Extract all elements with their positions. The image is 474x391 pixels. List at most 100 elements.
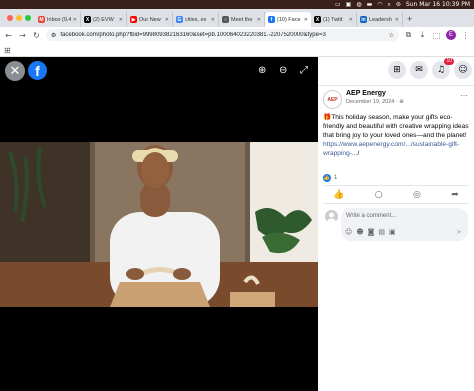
- tab-close-icon[interactable]: ✕: [304, 17, 308, 23]
- tab-title: Our New: [139, 16, 161, 23]
- bookmarks-bar: ⊞: [0, 43, 474, 57]
- post-link[interactable]: https://www.aepenergy.com/.../sustainabl…: [323, 141, 459, 157]
- downloads-icon[interactable]: ⤓: [418, 30, 427, 40]
- wifi-icon[interactable]: ◠: [377, 0, 382, 9]
- browser-tab[interactable]: X (1) Twitt ✕: [311, 12, 357, 27]
- sticker-icon[interactable]: ▣: [389, 228, 396, 236]
- camera-icon[interactable]: ◙: [368, 228, 375, 236]
- facebook-logo-glyph: f: [35, 63, 40, 79]
- tab-close-icon[interactable]: ✕: [395, 17, 399, 23]
- system-clock[interactable]: Sun Mar 16 10:39 PM: [406, 0, 470, 9]
- tab-search-icon[interactable]: ⬚: [432, 31, 441, 40]
- url-text: facebook.com/photo.php?fbid=999809382163…: [60, 32, 326, 38]
- close-photo-button[interactable]: ✕: [5, 61, 25, 81]
- profile-avatar[interactable]: E: [446, 30, 456, 40]
- whatsapp-share-icon[interactable]: ◎: [413, 190, 421, 200]
- tab-close-icon[interactable]: ✕: [119, 17, 123, 23]
- send-comment-icon[interactable]: ➤: [456, 228, 462, 236]
- browser-menu-icon[interactable]: ⋮: [461, 31, 470, 40]
- screen: ▭ ▣ ◍ ▬ ◠ ⌕ ⊜ Sun Mar 16 10:39 PM M Inbox…: [0, 0, 474, 391]
- extensions-icon[interactable]: ⧉: [404, 30, 413, 40]
- woman-wrapping-gift-illustration: [0, 142, 318, 307]
- back-icon[interactable]: ←: [4, 31, 13, 40]
- like-button-icon[interactable]: 👍: [333, 190, 344, 200]
- tab-favicon-icon: G: [176, 16, 183, 23]
- header-divider: [318, 85, 474, 86]
- post-date[interactable]: December 19, 2024 · ⊕: [346, 99, 404, 105]
- tab-title: Inbox (9,4: [47, 16, 71, 23]
- browser-tab[interactable]: ○ Meet the ✕: [219, 12, 265, 27]
- browser-tab[interactable]: in Leadersh ✕: [357, 12, 403, 27]
- tab-title: (1) Twitt: [323, 16, 343, 23]
- zoom-window-button[interactable]: [25, 15, 31, 21]
- tab-close-icon[interactable]: ✕: [349, 17, 353, 23]
- site-info-icon[interactable]: ⚙: [51, 32, 56, 39]
- screen-mirror-icon[interactable]: ▭: [335, 0, 341, 9]
- tab-close-icon[interactable]: ✕: [73, 17, 77, 23]
- page-avatar-logo: AEP: [327, 96, 338, 103]
- control-center-icon[interactable]: ⊜: [396, 0, 401, 9]
- post-photo: [0, 142, 318, 307]
- account-avatar[interactable]: ☺: [454, 61, 472, 79]
- browser-tab[interactable]: f (10) Face ✕: [265, 12, 311, 27]
- browser-tab[interactable]: ▶ Our New ✕: [127, 12, 173, 27]
- address-bar[interactable]: ⚙ facebook.com/photo.php?fbid=9998093821…: [46, 29, 399, 41]
- tab-title: (10) Face: [277, 16, 301, 23]
- comment-input[interactable]: Write a comment... ☺ ☻ ◙ ▤ ▣ ➤: [341, 208, 468, 241]
- page-name[interactable]: AEP Energy: [346, 90, 386, 97]
- browser-tab[interactable]: Gcities, ex ✕: [173, 12, 219, 27]
- window-controls: [3, 9, 35, 27]
- tab-favicon-icon: M: [38, 16, 45, 23]
- menu-grid-icon[interactable]: ⊞: [388, 61, 406, 79]
- bookmark-star-icon[interactable]: ☆: [389, 32, 394, 39]
- tab-title: Meet the: [231, 16, 253, 23]
- siri-icon[interactable]: ◍: [356, 0, 361, 9]
- browser-tab[interactable]: M Inbox (9,4 ✕: [35, 12, 81, 27]
- post-link-suffix: /: [357, 150, 360, 157]
- actions-bottom-divider: [323, 203, 469, 204]
- forward-icon[interactable]: →: [18, 31, 27, 40]
- facebook-logo[interactable]: f: [28, 61, 47, 80]
- reload-icon[interactable]: ↻: [32, 31, 41, 40]
- tab-favicon-icon: f: [268, 16, 275, 23]
- page-avatar[interactable]: AEP: [323, 90, 342, 109]
- tab-title: (2) EVW: [93, 16, 114, 23]
- display-icon[interactable]: ▣: [346, 0, 352, 9]
- facebook-top-icons: ⊞ ✉ ♫ 10 ☺: [388, 58, 472, 81]
- gift-emoji-icon: 🎁: [323, 114, 332, 121]
- tab-strip: M Inbox (9,4 ✕ X (2) EVW ✕ ▶ Our New ✕ Gcities, e…: [35, 12, 403, 27]
- tab-close-icon[interactable]: ✕: [257, 17, 261, 23]
- reaction-summary[interactable]: 👍 1: [323, 174, 337, 182]
- close-icon: ✕: [9, 63, 21, 79]
- comment-button-icon[interactable]: ○: [375, 190, 383, 200]
- minimize-window-button[interactable]: [16, 15, 22, 21]
- share-button-icon[interactable]: ➦: [451, 190, 459, 200]
- gif-icon[interactable]: ▤: [378, 228, 385, 236]
- browser-tab-bar: M Inbox (9,4 ✕ X (2) EVW ✕ ▶ Our New ✕ Gcities, e…: [0, 9, 474, 27]
- close-window-button[interactable]: [7, 15, 13, 21]
- post-text: 🎁This holiday season, make your gifts ec…: [323, 113, 471, 158]
- messenger-icon[interactable]: ✉: [410, 61, 428, 79]
- tab-close-icon[interactable]: ✕: [211, 17, 215, 23]
- fullscreen-icon[interactable]: ⤢: [300, 65, 308, 76]
- post-date-text: December 19, 2024 ·: [346, 99, 400, 105]
- default-avatar-icon: [327, 212, 336, 223]
- zoom-out-icon[interactable]: ⊖: [279, 65, 287, 76]
- notification-count-badge: 10: [444, 58, 454, 65]
- browser-toolbar: ← → ↻ ⚙ facebook.com/photo.php?fbid=9998…: [0, 27, 474, 43]
- tab-favicon-icon: X: [314, 16, 321, 23]
- apps-grid-icon[interactable]: ⊞: [4, 46, 11, 55]
- emoji-icon[interactable]: ☻: [356, 228, 363, 236]
- tab-close-icon[interactable]: ✕: [165, 17, 169, 23]
- actions-top-divider: [323, 185, 469, 186]
- new-tab-button[interactable]: +: [403, 12, 416, 27]
- avatar-sticker-icon[interactable]: ☺: [345, 228, 352, 236]
- like-reaction-icon: 👍: [323, 174, 331, 182]
- tab-favicon-icon: ▶: [130, 16, 137, 23]
- more-options-icon[interactable]: ⋯: [460, 91, 468, 100]
- zoom-in-icon[interactable]: ⊕: [258, 65, 266, 76]
- spotlight-search-icon[interactable]: ⌕: [388, 0, 391, 9]
- battery-icon[interactable]: ▬: [367, 0, 373, 9]
- browser-tab[interactable]: X (2) EVW ✕: [81, 12, 127, 27]
- notifications-bell-icon[interactable]: ♫ 10: [432, 58, 454, 79]
